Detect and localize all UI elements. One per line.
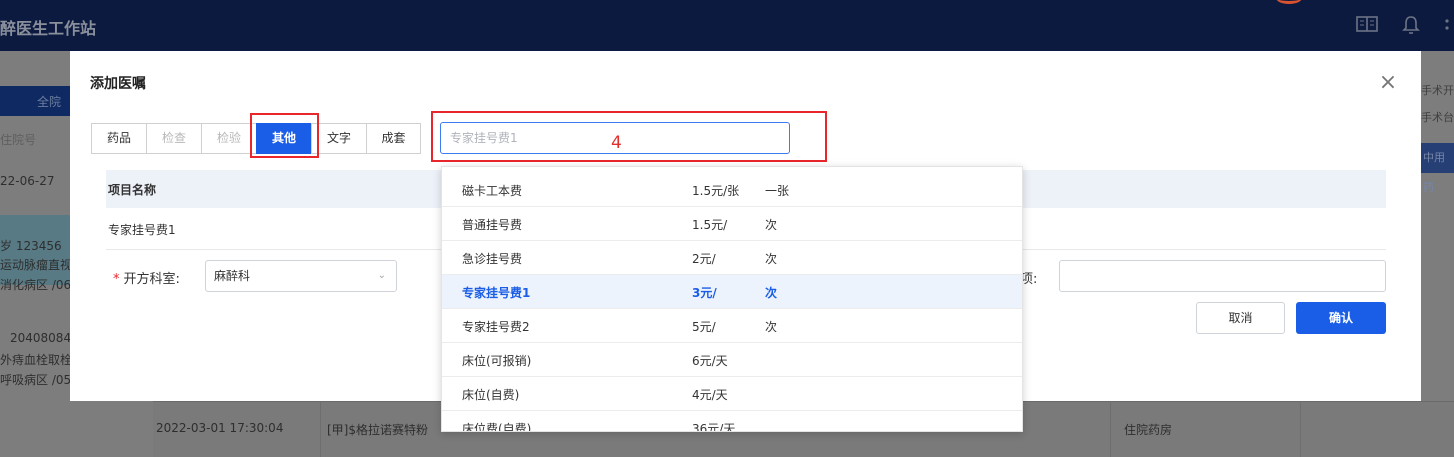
dialog-title: 添加医嘱 <box>90 76 146 92</box>
confirm-button[interactable]: 确认 <box>1296 302 1386 334</box>
bell-icon[interactable] <box>1400 15 1422 37</box>
tab-drugs[interactable]: 药品 <box>91 123 147 154</box>
search-results-dropdown: 磁卡工本费 1.5元/张 一张 普通挂号费 1.5元/ 次 急诊挂号费 2元/ … <box>441 166 1023 432</box>
item-unit: 次 <box>765 252 778 266</box>
bg-patient-age: 岁 123456 <box>0 239 62 253</box>
bg-col-divider <box>320 401 321 457</box>
item-price: 3元/ <box>692 286 717 300</box>
dropdown-item[interactable]: 床位(自费) 4元/天 <box>442 377 1022 411</box>
item-price: 6元/天 <box>692 354 728 368</box>
bg-patient-id: 20408084 <box>10 331 72 345</box>
chevron-down-icon: ⌄ <box>377 270 386 281</box>
dropdown-item[interactable]: 普通挂号费 1.5元/ 次 <box>442 207 1022 241</box>
cancel-button[interactable]: 取消 <box>1196 302 1285 334</box>
right-field-input[interactable] <box>1059 260 1386 292</box>
dept-value: 麻醉科 <box>214 269 251 283</box>
item-name: 普通挂号费 <box>462 218 523 232</box>
table-cell-item-name: 专家挂号费1 <box>108 223 176 237</box>
item-name: 专家挂号费2 <box>462 320 530 334</box>
item-unit: 一张 <box>765 184 790 198</box>
item-name: 床位(可报销) <box>462 354 532 368</box>
tab-text[interactable]: 文字 <box>311 123 367 154</box>
annotation-number: 4 <box>611 133 622 153</box>
dropdown-item[interactable]: 床位费(自费) 36元/天 <box>442 411 1022 432</box>
dept-select[interactable]: 麻醉科 ⌄ <box>205 260 397 292</box>
dept-label: * 开方科室: <box>113 272 180 287</box>
item-name: 床位费(自费) <box>462 422 532 432</box>
dropdown-item[interactable]: 床位(可报销) 6元/天 <box>442 343 1022 377</box>
close-icon[interactable]: × <box>1378 72 1398 94</box>
bg-patient-field: 住院号 <box>0 133 37 147</box>
bg-row-pharmacy: 住院药房 <box>1124 423 1173 437</box>
annotation-box-tab <box>250 113 319 158</box>
app-header: 醉医生工作站 <box>0 0 1454 51</box>
item-name: 磁卡工本费 <box>462 184 523 198</box>
bg-right-text-2: 手术台 <box>1421 111 1454 124</box>
app-title: 醉医生工作站 <box>0 19 97 38</box>
item-price: 1.5元/张 <box>692 184 740 198</box>
item-unit: 次 <box>765 320 778 334</box>
item-price: 36元/天 <box>692 422 736 432</box>
bg-right-button: 中用药 <box>1421 143 1454 194</box>
bg-col-divider <box>1110 401 1111 457</box>
item-price: 1.5元/ <box>692 218 728 232</box>
more-icon[interactable] <box>1440 15 1454 37</box>
bg-row-time: 2022-03-01 17:30:04 <box>156 421 284 435</box>
bg-patient-ward-2: 呼吸病区 /05 <box>0 373 72 387</box>
item-unit: 次 <box>765 286 778 300</box>
bg-right-text-1: 手术开 <box>1421 84 1454 97</box>
item-name: 床位(自费) <box>462 388 520 402</box>
item-unit: 次 <box>765 218 778 232</box>
column-header-item-name: 项目名称 <box>108 183 157 197</box>
dropdown-item-selected[interactable]: 专家挂号费1 3元/ 次 <box>442 275 1022 309</box>
item-price: 5元/ <box>692 320 716 334</box>
dropdown-item[interactable]: 专家挂号费2 5元/ 次 <box>442 309 1022 343</box>
bg-col-divider <box>1300 401 1301 457</box>
dropdown-item[interactable]: 磁卡工本费 1.5元/张 一张 <box>442 173 1022 207</box>
bg-row-drug: [甲]$格拉诺赛特粉 <box>327 423 428 437</box>
book-icon[interactable] <box>1356 15 1378 37</box>
tab-lab[interactable]: 检验 <box>201 123 257 154</box>
item-name: 专家挂号费1 <box>462 286 531 300</box>
background-tab-label: 全院 <box>37 95 62 109</box>
bg-patient-diagnosis: 运动脉瘤直视 <box>0 258 73 272</box>
tab-exam[interactable]: 检查 <box>146 123 202 154</box>
bg-patient-date: 22-06-27 <box>0 174 55 188</box>
dropdown-item[interactable]: 急诊挂号费 2元/ 次 <box>442 241 1022 275</box>
item-name: 急诊挂号费 <box>462 252 523 266</box>
tab-set[interactable]: 成套 <box>366 123 421 154</box>
item-price: 2元/ <box>692 252 716 266</box>
item-price: 4元/天 <box>692 388 728 402</box>
notification-dot <box>1276 0 1302 4</box>
bg-patient-diagnosis-2: 外痔血栓取栓 <box>0 353 73 367</box>
bg-patient-ward: 消化病区 /06 <box>0 278 72 292</box>
